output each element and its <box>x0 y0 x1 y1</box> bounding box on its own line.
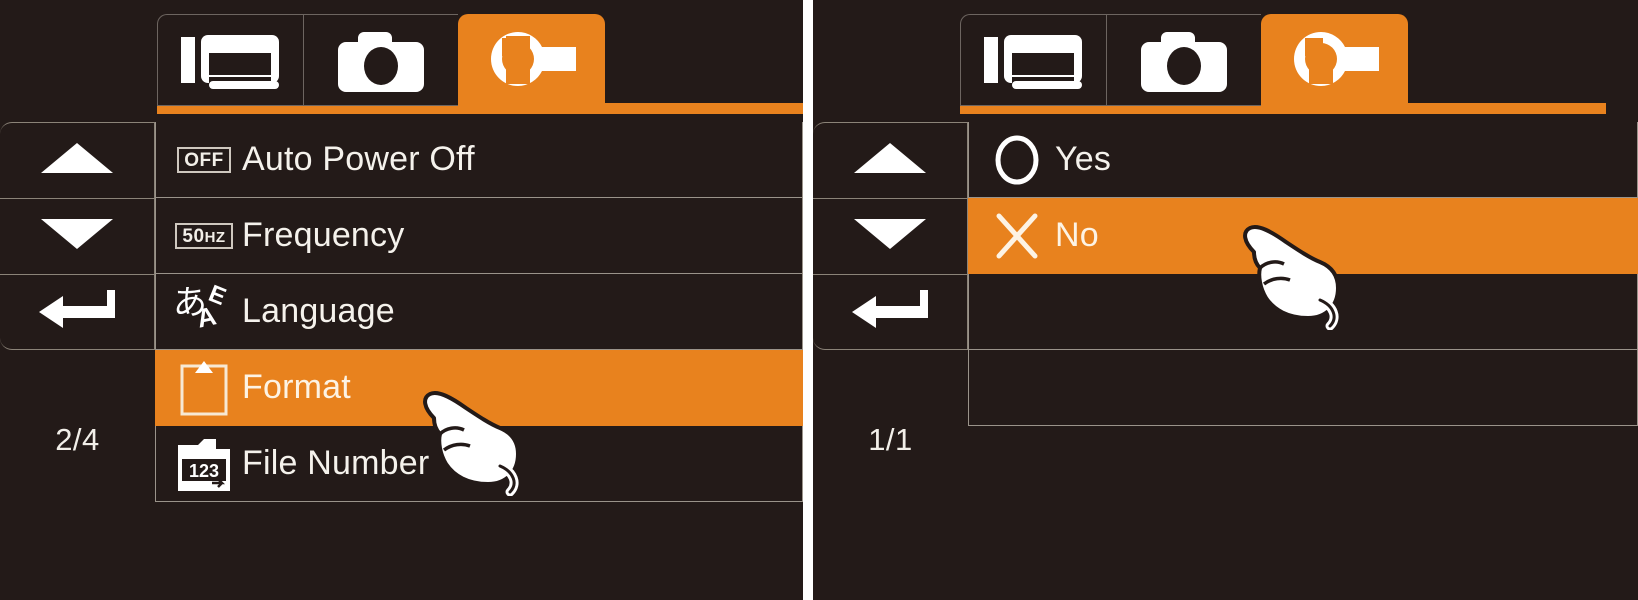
confirm-row-yes[interactable]: Yes <box>968 122 1638 198</box>
circle-yes-icon <box>969 122 1055 198</box>
menu-row-label: Auto Power Off <box>242 140 475 178</box>
nav-sidebar: 1/1 <box>813 122 968 600</box>
confirm-row-empty-1 <box>968 274 1638 350</box>
format-card-icon <box>156 350 242 426</box>
confirm-row-empty-2 <box>968 350 1638 426</box>
confirm-row-list: Yes No <box>968 122 1638 426</box>
off-badge-icon: OFF <box>156 122 242 198</box>
tab-playback[interactable] <box>157 14 303 106</box>
nav-sidebar: 2/4 <box>0 122 155 600</box>
nav-down-button[interactable] <box>0 198 155 274</box>
enter-return-icon <box>850 288 930 337</box>
triangle-down-icon <box>40 217 114 256</box>
settings-menu-panel: 2/4 OFF Auto Power Off 50HZ Frequency あ <box>0 0 803 600</box>
fifty-hz-badge-icon: 50HZ <box>156 198 242 274</box>
format-confirm-panel: 1/1 Yes No <box>813 0 1638 600</box>
triangle-down-icon <box>853 217 927 256</box>
language-icon: あ E A <box>156 274 242 350</box>
tab-bar <box>0 0 803 122</box>
playback-gallery-icon <box>179 31 283 89</box>
menu-row-format[interactable]: Format <box>155 350 803 426</box>
nav-enter-button[interactable] <box>813 274 968 350</box>
svg-text:123: 123 <box>189 461 219 481</box>
menu-row-frequency[interactable]: 50HZ Frequency <box>155 198 803 274</box>
nav-up-button[interactable] <box>813 122 968 198</box>
page-indicator: 1/1 <box>868 422 913 457</box>
tab-setup[interactable] <box>458 14 605 108</box>
tab-playback[interactable] <box>960 14 1106 106</box>
menu-row-label: File Number <box>242 444 430 482</box>
empty-icon-slot <box>969 350 1055 426</box>
tab-bar <box>813 0 1638 122</box>
menu-row-label: Format <box>242 368 351 406</box>
menu-row-auto-power-off[interactable]: OFF Auto Power Off <box>155 122 803 198</box>
tab-camera[interactable] <box>1106 14 1261 106</box>
nav-enter-button[interactable] <box>0 274 155 350</box>
wrench-setup-icon <box>484 30 580 92</box>
confirm-row-no[interactable]: No <box>968 198 1638 274</box>
nav-up-button[interactable] <box>0 122 155 198</box>
camera-icon <box>1137 28 1231 92</box>
page-indicator: 2/4 <box>55 422 100 457</box>
cross-no-icon <box>969 198 1055 274</box>
menu-row-language[interactable]: あ E A Language <box>155 274 803 350</box>
menu-row-label: Frequency <box>242 216 405 254</box>
settings-row-list: OFF Auto Power Off 50HZ Frequency あ E A <box>155 122 803 502</box>
screenshot-stage: 2/4 OFF Auto Power Off 50HZ Frequency あ <box>0 0 1638 600</box>
wrench-setup-icon <box>1287 30 1383 92</box>
playback-gallery-icon <box>982 31 1086 89</box>
fifty-hz-badge-label: 50HZ <box>175 222 233 249</box>
off-badge-label: OFF <box>177 146 231 173</box>
empty-icon-slot <box>969 274 1055 350</box>
confirm-row-label: No <box>1055 216 1099 254</box>
language-glyph-group: あ E A <box>173 280 235 340</box>
triangle-up-icon <box>40 141 114 180</box>
menu-row-file-number[interactable]: 123 File Number <box>155 426 803 502</box>
menu-row-label: Language <box>242 292 395 330</box>
file-number-folder-icon: 123 <box>156 426 242 502</box>
tab-camera[interactable] <box>303 14 458 106</box>
tab-setup[interactable] <box>1261 14 1408 108</box>
nav-down-button[interactable] <box>813 198 968 274</box>
camera-icon <box>334 28 428 92</box>
triangle-up-icon <box>853 141 927 180</box>
confirm-row-label: Yes <box>1055 140 1112 178</box>
enter-return-icon <box>37 288 117 337</box>
